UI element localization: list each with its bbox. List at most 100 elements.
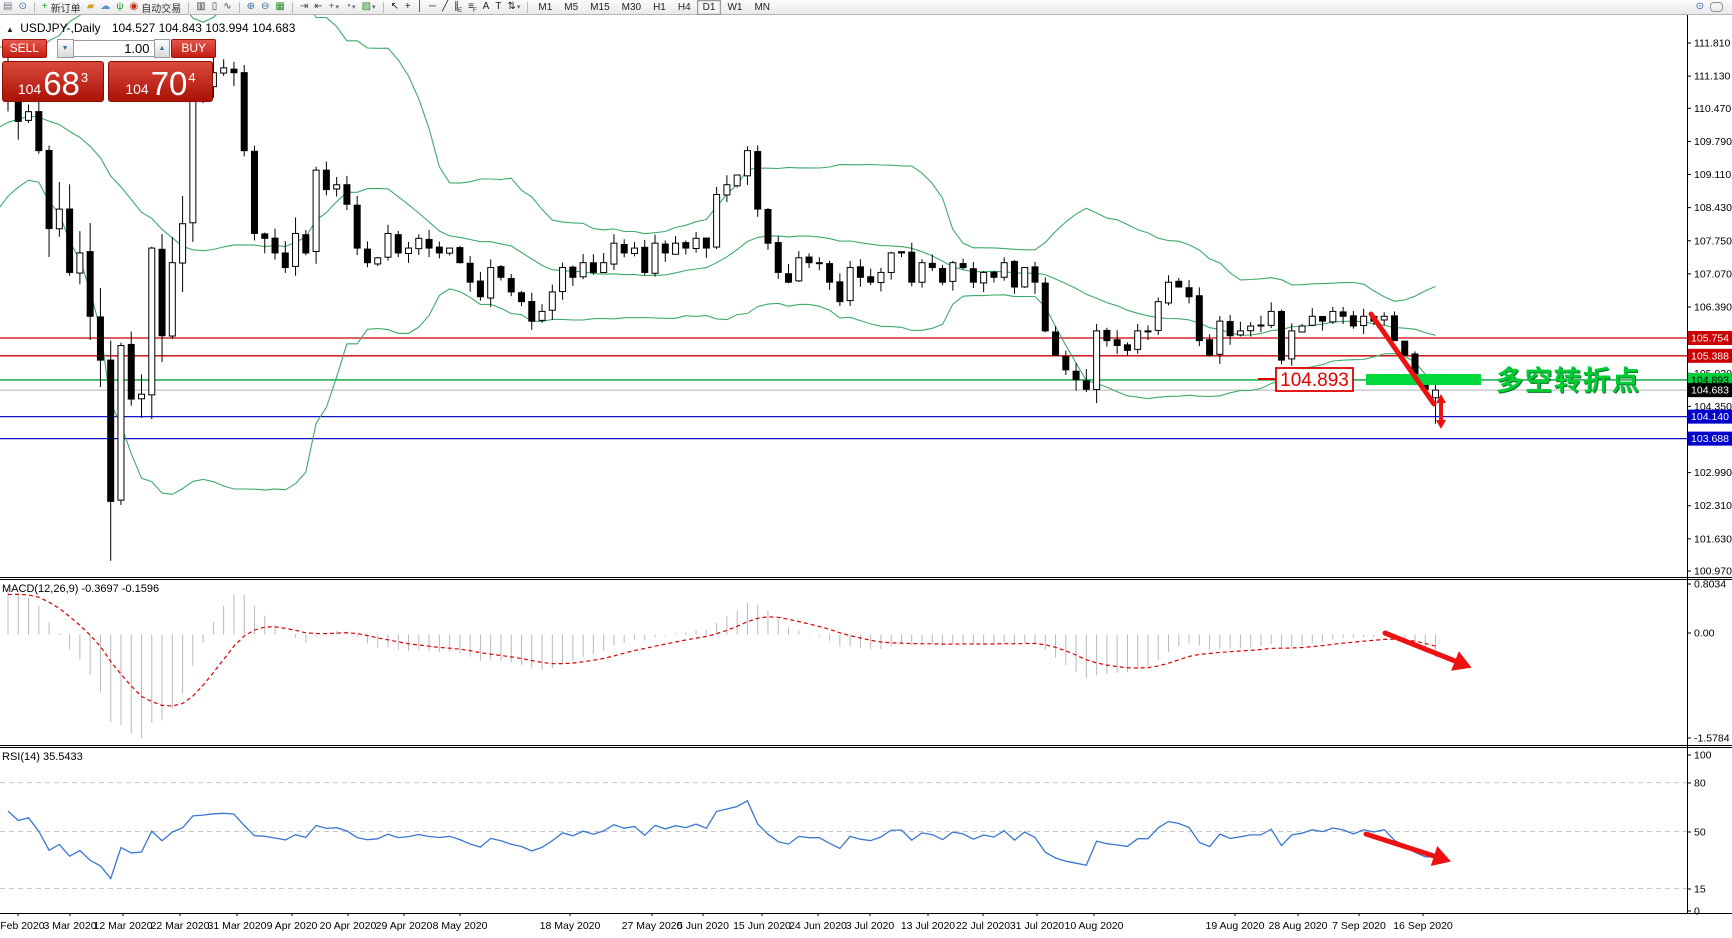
sell-price-panel[interactable]: 104 68 3	[2, 61, 104, 102]
candle[interactable]	[1073, 371, 1079, 379]
vertical-line-icon[interactable]: │	[414, 1, 426, 14]
candle[interactable]	[703, 238, 709, 248]
line-chart-icon[interactable]: ∿	[220, 1, 234, 14]
candle[interactable]	[406, 248, 412, 253]
candle[interactable]	[940, 269, 946, 283]
candle[interactable]	[56, 209, 62, 229]
timeframe-mn-button[interactable]: MN	[748, 0, 776, 15]
channel-icon[interactable]: ∥E	[451, 1, 465, 14]
candle[interactable]	[1135, 331, 1141, 350]
candle[interactable]	[734, 175, 740, 186]
candle[interactable]	[77, 253, 83, 273]
candle[interactable]	[272, 238, 278, 253]
candle[interactable]	[898, 252, 904, 253]
candle[interactable]	[118, 345, 124, 500]
candle[interactable]	[919, 263, 925, 283]
candle[interactable]	[929, 263, 935, 267]
candle[interactable]	[529, 302, 535, 322]
candle[interactable]	[334, 185, 340, 189]
auto-scroll-icon[interactable]: ⇥	[297, 1, 311, 14]
candle[interactable]	[1268, 311, 1274, 325]
candle[interactable]	[796, 258, 802, 281]
candle[interactable]	[909, 252, 915, 282]
search-icon[interactable]: ⊙	[1693, 1, 1707, 14]
candle[interactable]	[960, 264, 966, 268]
text-label-icon[interactable]: T	[492, 1, 504, 14]
candle[interactable]	[549, 292, 555, 310]
volume-decrease-button[interactable]: ▼	[57, 39, 74, 58]
candle[interactable]	[1278, 311, 1284, 360]
timeframe-m1-button[interactable]: M1	[532, 0, 558, 15]
candle[interactable]	[724, 185, 730, 195]
signal-icon[interactable]: ψ	[113, 1, 126, 14]
candle[interactable]	[416, 238, 422, 248]
candle[interactable]	[714, 194, 720, 247]
candle[interactable]	[180, 224, 186, 263]
candle[interactable]	[1433, 390, 1439, 398]
candle[interactable]	[631, 248, 637, 253]
candle[interactable]	[570, 267, 576, 277]
candle[interactable]	[190, 97, 196, 223]
candle[interactable]	[149, 248, 155, 395]
market-watch-icon[interactable]: ⊙	[15, 1, 29, 14]
volume-input[interactable]	[74, 40, 154, 57]
candle[interactable]	[1032, 267, 1038, 282]
candle[interactable]	[755, 152, 761, 210]
timeframe-m5-button[interactable]: M5	[558, 0, 584, 15]
charts-window-icon[interactable]: ▤	[0, 1, 15, 14]
candle[interactable]	[837, 282, 843, 302]
candle[interactable]	[1237, 331, 1243, 335]
candle[interactable]	[1186, 288, 1192, 297]
chat-icon[interactable]	[1707, 1, 1732, 14]
candle[interactable]	[847, 268, 853, 301]
candle[interactable]	[139, 394, 145, 399]
candle[interactable]	[1391, 316, 1397, 341]
timeframe-w1-button[interactable]: W1	[721, 0, 748, 15]
timeframe-m15-button[interactable]: M15	[584, 0, 615, 15]
candle[interactable]	[231, 69, 237, 73]
candle[interactable]	[447, 248, 453, 253]
bar-chart-icon[interactable]: ▥	[193, 1, 208, 14]
candle[interactable]	[1320, 316, 1326, 321]
candlestick-chart-icon[interactable]: ▯	[209, 1, 221, 14]
candle[interactable]	[313, 170, 319, 251]
chart-shift-icon[interactable]: ⇤	[311, 1, 325, 14]
candle[interactable]	[1022, 268, 1028, 287]
candle[interactable]	[1001, 263, 1007, 278]
candle[interactable]	[262, 234, 268, 238]
candle[interactable]	[888, 253, 894, 273]
timeframe-h4-button[interactable]: H4	[672, 0, 697, 15]
candle[interactable]	[611, 243, 617, 264]
turning-point-highlight-bar[interactable]	[1366, 374, 1481, 385]
zoom-in-icon[interactable]: ⊕	[244, 1, 258, 14]
candle[interactable]	[436, 247, 442, 253]
candle[interactable]	[385, 233, 391, 257]
arrows-icon[interactable]: ⇅▾	[504, 1, 523, 14]
candle[interactable]	[590, 263, 596, 273]
candle[interactable]	[1104, 330, 1110, 340]
text-icon[interactable]: A	[480, 1, 493, 14]
candle[interactable]	[426, 239, 432, 248]
candle[interactable]	[519, 293, 525, 302]
candle[interactable]	[87, 252, 93, 317]
candle[interactable]	[868, 277, 874, 282]
candle[interactable]	[1176, 281, 1182, 287]
candle[interactable]	[621, 245, 627, 253]
candle[interactable]	[970, 269, 976, 282]
new-order-button[interactable]: +新订单	[39, 1, 84, 14]
candle[interactable]	[806, 257, 812, 263]
candle[interactable]	[467, 263, 473, 282]
template-icon[interactable]: ▨▾	[359, 1, 379, 14]
candle[interactable]	[354, 205, 360, 248]
candle[interactable]	[46, 150, 52, 228]
candle[interactable]	[1381, 316, 1387, 320]
candle[interactable]	[662, 244, 668, 253]
candle[interactable]	[97, 317, 103, 360]
zoom-out-icon[interactable]: ⊖	[258, 1, 272, 14]
sell-button[interactable]: SELL	[2, 39, 47, 58]
timeframe-d1-button[interactable]: D1	[697, 0, 722, 15]
candle[interactable]	[601, 263, 607, 273]
candle[interactable]	[775, 243, 781, 273]
candle[interactable]	[498, 267, 504, 278]
community-icon[interactable]: ☁	[97, 1, 113, 14]
